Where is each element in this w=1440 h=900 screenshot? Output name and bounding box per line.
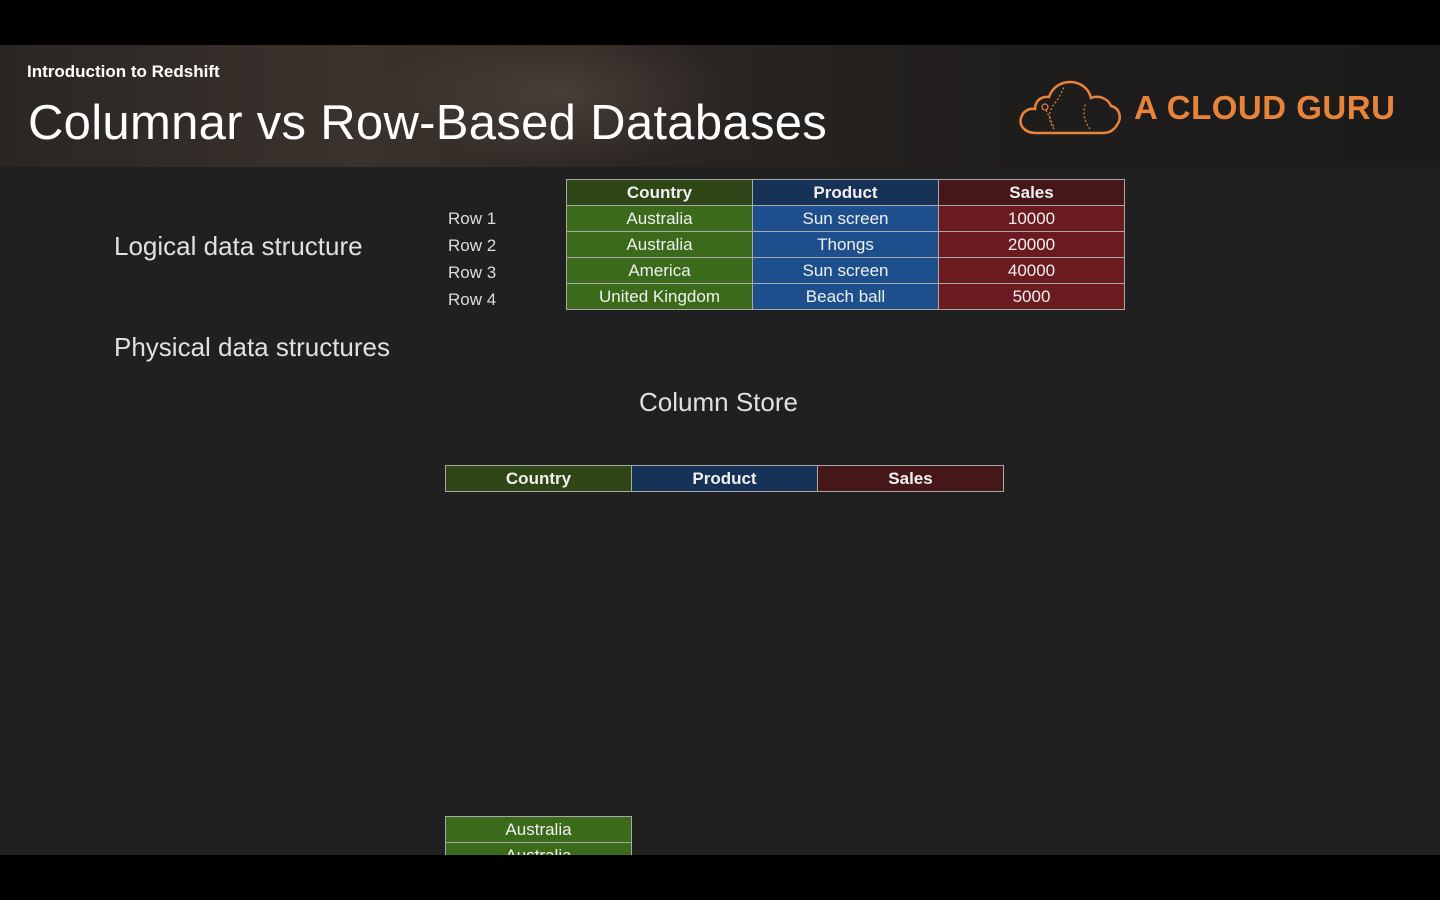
- country-cell: America: [566, 257, 753, 284]
- table-header-row: Country Product Sales: [445, 465, 1004, 492]
- slide-header: Introduction to Redshift Columnar vs Row…: [0, 45, 1440, 167]
- slide: Introduction to Redshift Columnar vs Row…: [0, 45, 1440, 855]
- physical-structures-label: Physical data structures: [114, 332, 391, 362]
- column-store-header-table: Country Product Sales: [445, 465, 1004, 492]
- country-cell: Australia: [566, 205, 753, 232]
- column-store-sales-header: Sales: [817, 465, 1004, 492]
- country-cell: Australia: [566, 231, 753, 258]
- column-header-product: Product: [752, 179, 939, 206]
- sales-cell: 5000: [938, 283, 1125, 310]
- column-store-heading: Column Store: [639, 387, 798, 417]
- table-row: United Kingdom Beach ball 5000: [566, 283, 1125, 310]
- column-store-product-header: Product: [631, 465, 818, 492]
- table-row: America Sun screen 40000: [566, 257, 1125, 284]
- row-label: Row 3: [448, 263, 497, 282]
- row-label: Row 2: [448, 236, 497, 255]
- country-value-cell: Australia: [445, 816, 632, 843]
- column-header-sales: Sales: [938, 179, 1125, 206]
- country-cell: United Kingdom: [566, 283, 753, 310]
- column-store-country-header: Country: [445, 465, 632, 492]
- country-value-cell: Australia: [445, 842, 632, 855]
- row-label: Row 1: [448, 209, 497, 228]
- table-row: Australia Sun screen 10000: [566, 205, 1125, 232]
- product-cell: Sun screen: [752, 205, 939, 232]
- product-cell: Beach ball: [752, 283, 939, 310]
- table-header-row: Country Product Sales: [566, 179, 1125, 206]
- product-cell: Sun screen: [752, 257, 939, 284]
- list-item: Australia: [445, 816, 632, 843]
- sales-cell: 10000: [938, 205, 1125, 232]
- brand-name: A CLOUD GURU: [1134, 89, 1396, 126]
- logical-data-table: Country Product Sales Australia Sun scre…: [566, 179, 1125, 310]
- column-store-country-values: Australia Australia: [445, 816, 632, 855]
- column-header-country: Country: [566, 179, 753, 206]
- cloud-icon: [1019, 80, 1121, 135]
- row-label: Row 4: [448, 290, 497, 309]
- course-subtitle: Introduction to Redshift: [27, 62, 220, 81]
- table-row: Australia Thongs 20000: [566, 231, 1125, 258]
- brand-logo: A CLOUD GURU: [1018, 77, 1418, 137]
- logical-structure-label: Logical data structure: [114, 231, 363, 261]
- slide-title: Columnar vs Row-Based Databases: [28, 96, 828, 150]
- sales-cell: 20000: [938, 231, 1125, 258]
- sales-cell: 40000: [938, 257, 1125, 284]
- product-cell: Thongs: [752, 231, 939, 258]
- list-item: Australia: [445, 842, 632, 855]
